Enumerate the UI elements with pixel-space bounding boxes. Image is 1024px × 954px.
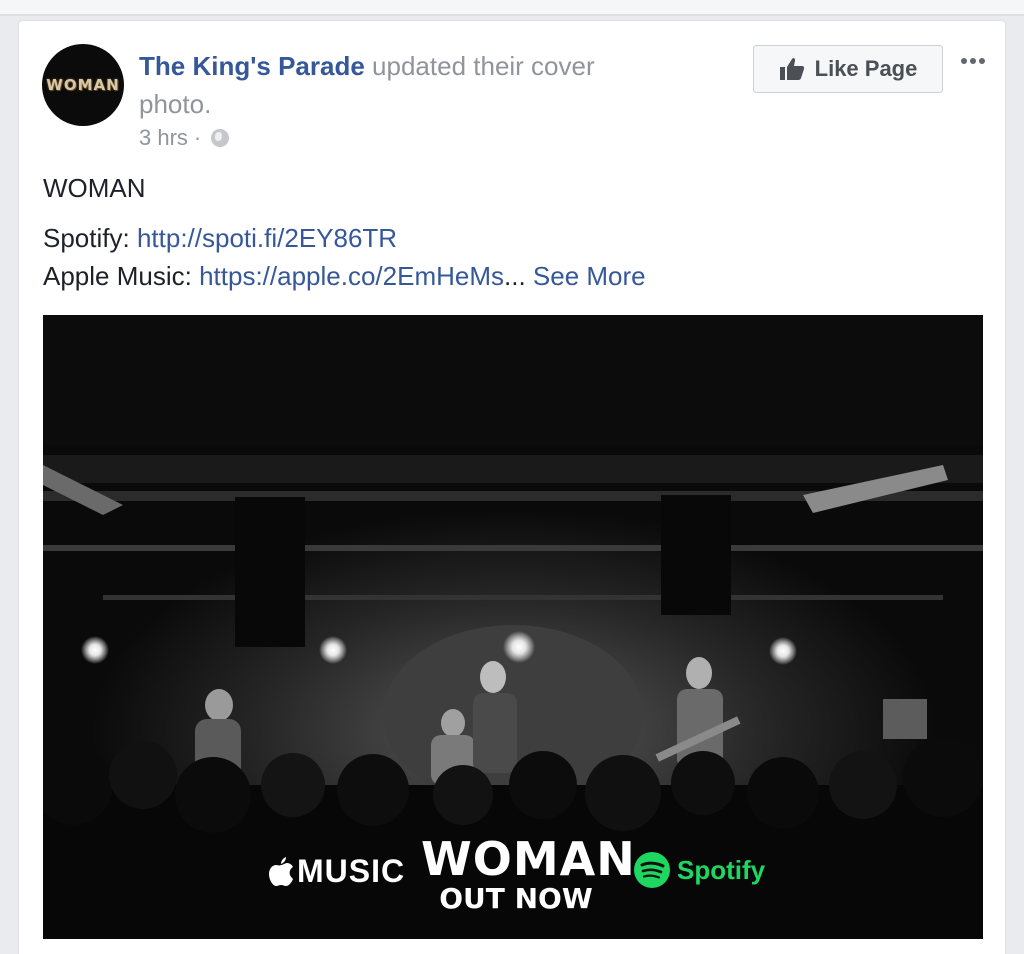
- post-text-title: WOMAN: [43, 173, 146, 203]
- top-bar: [0, 0, 1024, 16]
- apple-music-badge: MUSIC: [267, 853, 405, 890]
- thumbs-up-icon: [779, 58, 804, 80]
- spotify-badge-label: Spotify: [677, 854, 766, 885]
- more-options-icon[interactable]: [955, 51, 991, 71]
- spotify-line: Spotify: http://spoti.fi/2EY86TR: [43, 223, 397, 254]
- like-page-button[interactable]: Like Page: [753, 45, 943, 93]
- spotify-badge: Spotify: [633, 851, 765, 889]
- spotify-icon: [634, 852, 670, 888]
- page-avatar[interactable]: WOMAN: [42, 44, 124, 126]
- release-title: WOMAN: [421, 832, 636, 886]
- apple-music-line: Apple Music: https://apple.co/2EmHeMs...…: [43, 261, 646, 292]
- post-card: WOMAN The King's Parade updated their co…: [18, 20, 1006, 954]
- page-name-link[interactable]: The King's Parade: [139, 51, 365, 81]
- meta-separator: ·: [193, 125, 202, 150]
- apple-icon: [269, 856, 293, 886]
- apple-music-link[interactable]: https://apple.co/2EmHeMs: [199, 261, 504, 291]
- globe-icon[interactable]: [211, 129, 230, 147]
- avatar-logo-text: WOMAN: [46, 76, 120, 94]
- cover-photo[interactable]: MUSIC WOMAN OUT NOW Spotify: [43, 315, 983, 939]
- release-overlay: MUSIC WOMAN OUT NOW Spotify: [43, 831, 983, 921]
- apple-music-label: MUSIC: [297, 853, 406, 889]
- see-more-link[interactable]: See More: [533, 261, 646, 291]
- ellipsis: ...: [504, 261, 526, 291]
- post-timestamp[interactable]: 3 hrs: [139, 125, 188, 151]
- release-status: OUT NOW: [439, 882, 593, 915]
- spotify-text-label: Spotify:: [43, 223, 130, 253]
- like-page-label: Like Page: [814, 56, 918, 81]
- spotify-link[interactable]: http://spoti.fi/2EY86TR: [137, 223, 397, 253]
- post-meta: 3 hrs ·: [139, 125, 230, 151]
- post-headline: The King's Parade updated their cover ph…: [139, 47, 659, 123]
- apple-music-text-label: Apple Music:: [43, 261, 192, 291]
